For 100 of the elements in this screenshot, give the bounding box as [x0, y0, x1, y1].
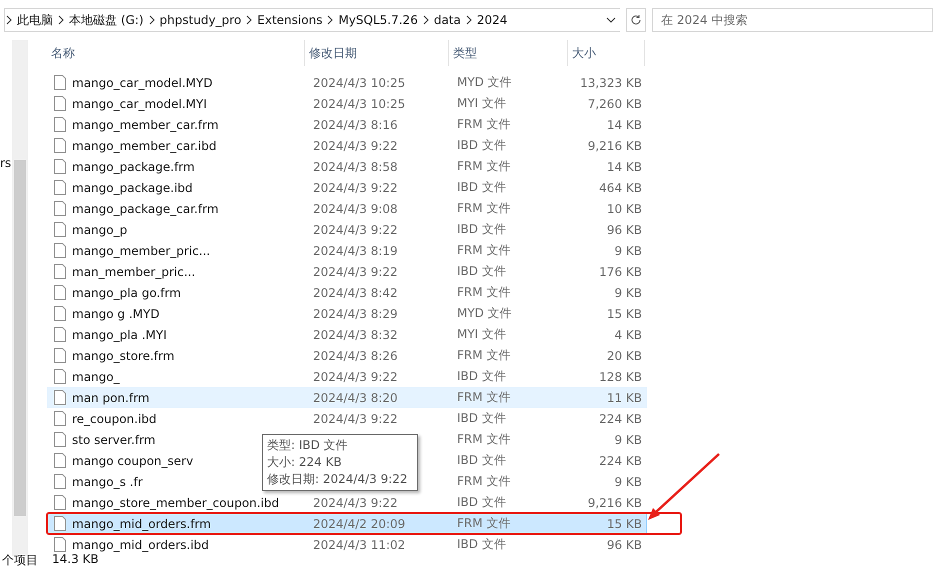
file-icon — [54, 327, 66, 342]
file-icon — [54, 138, 66, 153]
file-type: FRM 文件 — [456, 431, 512, 448]
file-size: 9 KB — [613, 432, 643, 446]
file-icon — [54, 243, 66, 258]
modified-date: 2024/4/3 8:20 — [312, 390, 399, 404]
chevron-icon[interactable] — [57, 15, 65, 25]
file-name: mango_pla .MYI — [72, 328, 167, 342]
file-icon — [54, 453, 66, 468]
file-name: mango_store.frm — [72, 348, 174, 362]
breadcrumb-item[interactable]: MySQL5.7.26 — [334, 13, 422, 27]
breadcrumb-item[interactable]: 本地磁盘 (G:) — [65, 12, 148, 28]
modified-date: 2024/4/3 10:25 — [312, 76, 406, 90]
breadcrumb-item[interactable]: 此电脑 — [13, 12, 57, 28]
file-name: mango_pla go.frm — [72, 286, 181, 300]
file-name: mango_package.ibd — [72, 180, 193, 194]
file-type: MYI 文件 — [456, 95, 508, 112]
file-name: man pon.frm — [72, 390, 150, 404]
modified-date: 2024/4/3 9:08 — [312, 202, 399, 216]
chevron-icon[interactable] — [5, 15, 13, 25]
file-type: FRM 文件 — [456, 515, 512, 532]
modified-date: 2024/4/3 8:29 — [312, 306, 399, 320]
file-type: IBD 文件 — [456, 410, 507, 427]
dropdown-icon[interactable] — [606, 15, 616, 25]
column-header[interactable]: 类型 — [449, 40, 568, 66]
breadcrumb-item[interactable]: Extensions — [253, 13, 326, 27]
modified-date: 2024/4/3 8:58 — [312, 160, 399, 174]
file-type: MYD 文件 — [456, 74, 513, 91]
breadcrumb-item[interactable]: phpstudy_pro — [156, 13, 246, 27]
file-name: mango_car_model.MYD — [72, 76, 213, 90]
chevron-icon[interactable] — [326, 15, 334, 25]
file-type: FRM 文件 — [456, 116, 512, 133]
file-type: FRM 文件 — [456, 284, 512, 301]
refresh-button[interactable] — [626, 8, 646, 32]
file-row[interactable]: mango_mid_orders.frm 2024/4/2 20:09 FRM 文件 15 KB — [47, 513, 647, 534]
file-size: 224 KB — [598, 412, 643, 426]
file-type: IBD 文件 — [456, 221, 507, 238]
file-type: MYD 文件 — [456, 305, 513, 322]
file-type: IBD 文件 — [456, 536, 507, 553]
annotation-arrow — [648, 453, 720, 520]
file-size: 128 KB — [598, 370, 643, 384]
file-icon — [54, 180, 66, 195]
chevron-icon[interactable] — [464, 15, 473, 25]
file-icon — [54, 159, 66, 174]
refresh-icon[interactable] — [630, 14, 642, 26]
file-name: mango_package_car.frm — [72, 202, 219, 216]
file-size: 7,260 KB — [586, 96, 643, 110]
chevron-icon[interactable] — [148, 15, 156, 25]
file-name: mango_mid_orders.ibd — [72, 538, 209, 552]
file-size: 9,216 KB — [586, 138, 643, 152]
file-icon — [54, 432, 66, 447]
total-size: 14.3 KB — [52, 552, 99, 568]
file-row[interactable]: man pon.frm 2024/4/3 8:20 FRM 文件 11 KB — [47, 387, 647, 408]
file-size: 96 KB — [606, 222, 643, 236]
file-type: FRM 文件 — [456, 347, 512, 364]
file-icon — [54, 222, 66, 237]
file-type: FRM 文件 — [456, 242, 512, 259]
file-icon — [54, 117, 66, 132]
modified-date: 2024/4/3 9:22 — [312, 222, 399, 236]
file-size: 14 KB — [606, 160, 643, 174]
column-header[interactable]: 名称 — [47, 40, 305, 66]
file-type: IBD 文件 — [456, 263, 507, 280]
modified-date: 2024/4/3 9:22 — [312, 180, 399, 194]
modified-date: 2024/4/3 9:22 — [312, 412, 399, 426]
column-header[interactable]: 大小 — [568, 40, 645, 66]
tooltip-line: 修改日期: 2024/4/3 9:22 — [267, 471, 409, 488]
file-size: 13,323 KB — [579, 76, 643, 90]
file-icon — [54, 285, 66, 300]
modified-date: 2024/4/3 8:32 — [312, 328, 399, 342]
file-type: IBD 文件 — [456, 368, 507, 385]
search-field[interactable]: 在 2024 中搜索 — [652, 8, 933, 32]
address-bar[interactable]: 此电脑 本地磁盘 (G:) phpstudy_pro Extensions MySQL5.7.26 data 2024 — [4, 8, 620, 32]
file-icon — [54, 75, 66, 90]
nav-item[interactable]: rs — [0, 156, 12, 170]
file-name: mango_ — [72, 370, 120, 384]
file-size: 464 KB — [598, 180, 643, 194]
file-icon — [54, 96, 66, 111]
file-type: FRM 文件 — [456, 200, 512, 217]
file-icon — [54, 390, 66, 405]
breadcrumb-item[interactable]: 2024 — [472, 13, 512, 27]
tooltip-line: 大小: 224 KB — [267, 454, 343, 471]
chevron-icon[interactable] — [245, 15, 254, 25]
column-header[interactable]: 修改日期 — [305, 40, 449, 66]
scrollbar[interactable] — [12, 40, 28, 556]
file-name: mango_car_model.MYI — [72, 96, 207, 110]
file-icon — [54, 369, 66, 384]
file-icon — [54, 516, 66, 531]
file-size: 11 KB — [606, 390, 643, 404]
file-size: 9,216 KB — [586, 496, 643, 510]
file-type: IBD 文件 — [456, 494, 507, 511]
chevron-icon[interactable] — [422, 15, 430, 25]
file-size: 15 KB — [606, 306, 643, 320]
file-type: IBD 文件 — [456, 137, 507, 154]
file-name: mango_member_pric... — [72, 244, 210, 258]
modified-date: 2024/4/3 8:26 — [312, 348, 399, 362]
breadcrumb-item[interactable]: data — [430, 13, 465, 27]
file-size: 10 KB — [606, 202, 643, 216]
file-name: mango coupon_serv — [72, 454, 194, 468]
file-size: 20 KB — [606, 348, 643, 362]
file-name: sto server.frm — [72, 432, 156, 446]
